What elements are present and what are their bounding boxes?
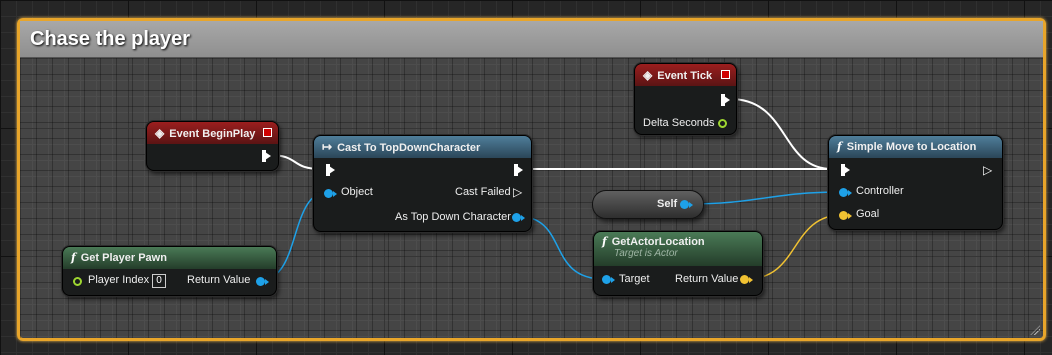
- event-beginplay-header[interactable]: ◈ Event BeginPlay: [147, 122, 278, 144]
- return-value-pin[interactable]: [740, 275, 749, 284]
- exec-wire-tick-to-simplemove: [729, 98, 833, 170]
- cast-node-header[interactable]: ↦ Cast To TopDownCharacter: [314, 136, 531, 158]
- node-get-actor-location[interactable]: f GetActorLocation Target is Actor Target…: [593, 231, 763, 296]
- controller-label: Controller: [856, 185, 904, 197]
- exec-in-pin[interactable]: [841, 164, 850, 176]
- player-index-pin[interactable]: [73, 277, 82, 286]
- player-index-label: Player Index: [88, 274, 150, 286]
- delegate-pin-icon[interactable]: [263, 128, 272, 137]
- object-pin[interactable]: [324, 189, 333, 198]
- cast-failed-label: Cast Failed: [455, 186, 511, 198]
- as-top-down-character-pin[interactable]: [512, 213, 521, 222]
- delta-seconds-pin[interactable]: [718, 119, 727, 128]
- target-label: Target: [619, 273, 650, 285]
- delegate-pin-icon[interactable]: [721, 70, 730, 79]
- get-actor-location-title: GetActorLocation: [611, 236, 705, 248]
- node-get-player-pawn[interactable]: f Get Player Pawn Player Index 0 Return V…: [62, 246, 277, 296]
- event-tick-header[interactable]: ◈ Event Tick: [635, 64, 736, 86]
- as-top-down-pin-tail: [521, 215, 525, 221]
- simple-move-title: Simple Move to Location: [846, 141, 977, 153]
- return-value-pin-tail: [265, 279, 269, 285]
- cast-failed-exec-pin[interactable]: ▷: [513, 186, 522, 198]
- controller-pin-tail: [848, 190, 852, 196]
- exec-out-pin[interactable]: ▷: [983, 164, 992, 176]
- object-label: Object: [341, 186, 373, 198]
- as-top-down-character-label: As Top Down Character: [395, 211, 511, 223]
- node-simple-move-to-location[interactable]: f Simple Move to Location ▷ Controller Go…: [828, 135, 1003, 230]
- self-output-pin[interactable]: [680, 200, 689, 209]
- return-value-label: Return Value: [187, 274, 251, 286]
- node-self[interactable]: Self: [592, 190, 704, 219]
- exec-in-pin[interactable]: [326, 164, 335, 176]
- simple-move-header[interactable]: f Simple Move to Location: [829, 136, 1002, 158]
- self-label: Self: [657, 198, 678, 210]
- object-wire-self-to-controller: [685, 191, 843, 205]
- cast-arrow-icon: ↦: [322, 140, 333, 154]
- delta-seconds-label: Delta Seconds: [643, 117, 715, 129]
- function-f-icon: f: [837, 140, 842, 153]
- exec-out-pin[interactable]: [514, 164, 523, 176]
- event-beginplay-title: Event BeginPlay: [169, 128, 256, 140]
- get-player-pawn-title: Get Player Pawn: [80, 252, 167, 264]
- self-pin-tail: [689, 202, 693, 208]
- controller-pin[interactable]: [839, 188, 848, 197]
- node-event-tick[interactable]: ◈ Event Tick Delta Seconds: [634, 63, 737, 135]
- goal-pin-tail: [848, 213, 852, 219]
- player-index-input[interactable]: 0: [152, 274, 166, 288]
- goal-label: Goal: [856, 208, 880, 220]
- cast-node-title: Cast To TopDownCharacter: [337, 142, 481, 154]
- get-actor-location-subtitle: Target is Actor: [614, 248, 678, 259]
- get-actor-location-header[interactable]: f GetActorLocation Target is Actor: [594, 232, 762, 266]
- function-f-icon: f: [602, 235, 607, 248]
- return-value-label: Return Value: [675, 273, 739, 285]
- exec-out-pin[interactable]: [262, 150, 271, 162]
- node-event-beginplay[interactable]: ◈ Event BeginPlay: [146, 121, 279, 171]
- object-pin-tail: [333, 191, 337, 197]
- event-diamond-icon: ◈: [643, 68, 653, 82]
- exec-out-pin[interactable]: [721, 94, 730, 106]
- event-diamond-icon: ◈: [155, 126, 165, 140]
- return-value-pin[interactable]: [256, 277, 265, 286]
- event-tick-title: Event Tick: [657, 70, 713, 82]
- target-pin-tail: [611, 277, 615, 283]
- target-pin[interactable]: [602, 275, 611, 284]
- node-cast-to-topdowncharacter[interactable]: ↦ Cast To TopDownCharacter Object Cast Fa…: [313, 135, 532, 232]
- get-player-pawn-header[interactable]: f Get Player Pawn: [63, 247, 276, 269]
- goal-pin[interactable]: [839, 211, 848, 220]
- return-value-pin-tail: [749, 277, 753, 283]
- function-f-icon: f: [71, 251, 76, 264]
